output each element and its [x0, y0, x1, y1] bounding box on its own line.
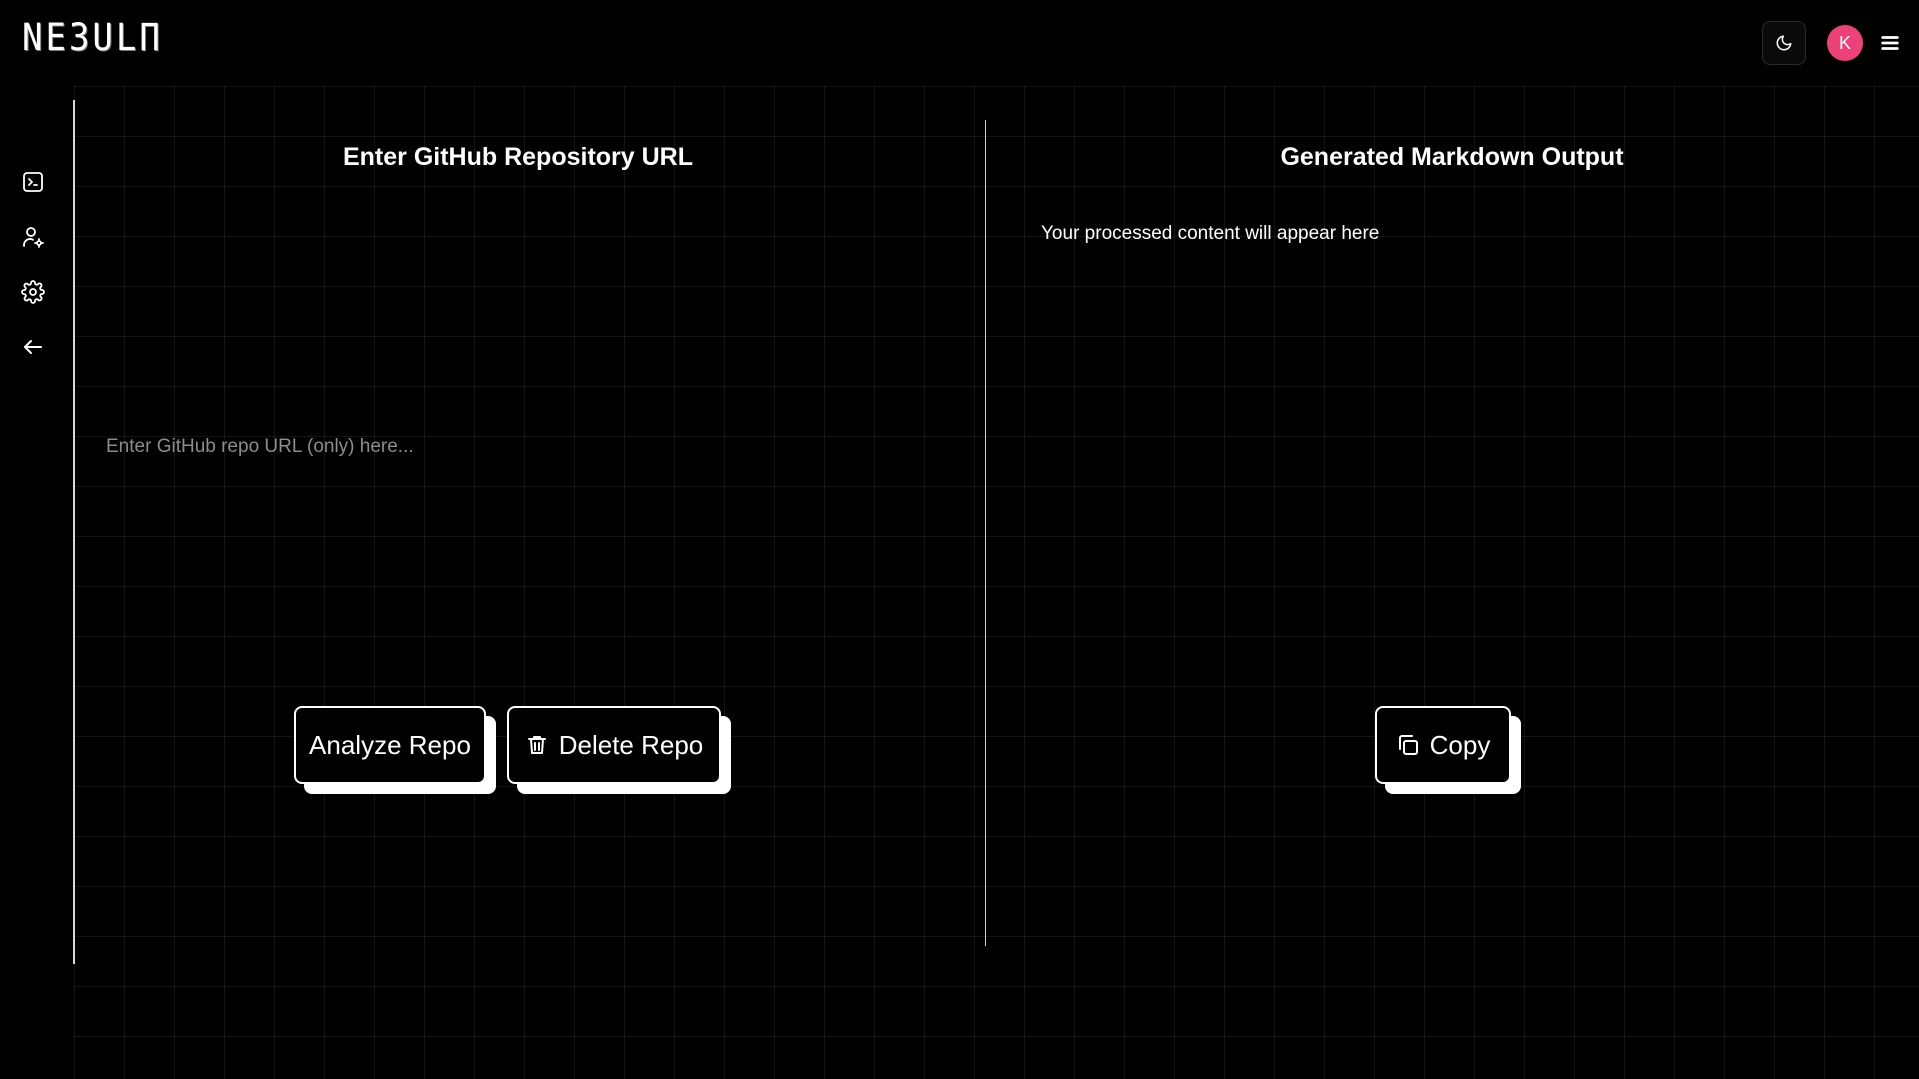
- input-panel-title: Enter GitHub Repository URL: [342, 143, 693, 171]
- copy-button[interactable]: Copy: [1375, 706, 1511, 784]
- user-avatar[interactable]: K: [1827, 25, 1863, 61]
- output-panel-title: Generated Markdown Output: [1280, 143, 1624, 171]
- trash-icon: [525, 733, 549, 757]
- analyze-repo-button[interactable]: Analyze Repo: [294, 706, 486, 784]
- grid-background: [74, 86, 1919, 1079]
- user-settings-icon[interactable]: [20, 224, 46, 250]
- delete-repo-button[interactable]: Delete Repo: [507, 706, 721, 784]
- hamburger-menu-icon[interactable]: [1879, 32, 1901, 54]
- repo-url-input[interactable]: [94, 425, 954, 469]
- sidebar-divider: [73, 100, 75, 964]
- app-root: NE3ULΠ K Enter GitHub Repository URL Ent…: [0, 0, 1919, 1079]
- app-logo[interactable]: NE3ULΠ: [22, 16, 163, 60]
- sidebar: [0, 86, 72, 986]
- delete-repo-label: Delete Repo: [558, 729, 704, 760]
- analyze-repo-label: Analyze Repo: [309, 729, 471, 760]
- copy-label: Copy: [1429, 729, 1491, 760]
- output-placeholder-text: Your processed content will appear here: [1041, 223, 1380, 244]
- theme-toggle-button[interactable]: [1762, 21, 1806, 65]
- panel-divider: [985, 120, 986, 946]
- terminal-icon[interactable]: [20, 169, 46, 195]
- moon-icon: [1775, 34, 1793, 52]
- top-header: NE3ULΠ K: [0, 0, 1919, 86]
- arrow-left-icon[interactable]: [20, 334, 46, 360]
- gear-icon[interactable]: [20, 279, 46, 305]
- copy-icon: [1396, 733, 1420, 757]
